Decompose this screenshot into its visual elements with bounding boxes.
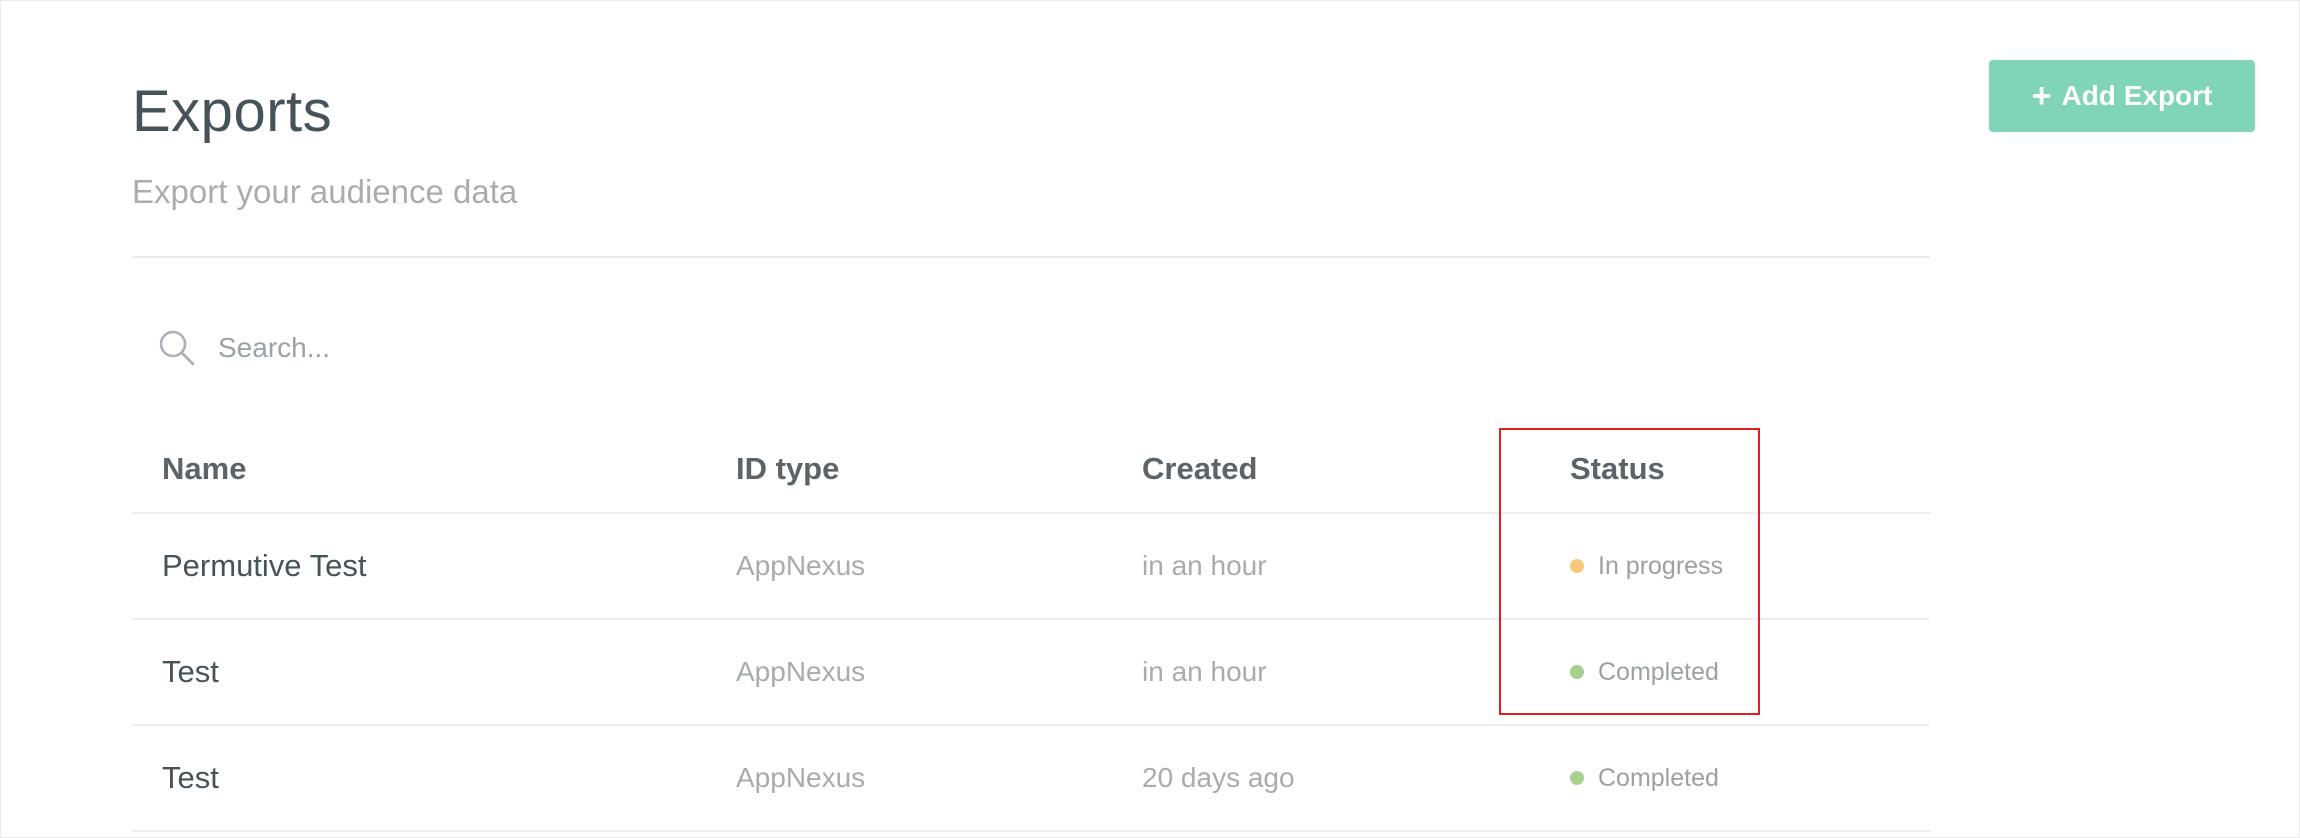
table-header-row: Name ID type Created Status bbox=[132, 426, 1930, 514]
export-status: Completed bbox=[1570, 726, 1719, 830]
search-icon bbox=[158, 329, 196, 367]
export-status: Completed bbox=[1570, 620, 1719, 724]
status-label: In progress bbox=[1598, 551, 1724, 580]
status-label: Completed bbox=[1598, 763, 1719, 792]
status-dot-icon bbox=[1570, 771, 1584, 785]
exports-table: Name ID type Created Status Permutive Te… bbox=[132, 426, 1930, 832]
export-created: in an hour bbox=[1142, 656, 1267, 687]
status-dot-icon bbox=[1570, 559, 1584, 573]
table-row[interactable]: Permutive Test AppNexus in an hour In pr… bbox=[132, 514, 1930, 620]
export-id-type: AppNexus bbox=[736, 656, 866, 687]
export-name[interactable]: Test bbox=[162, 620, 219, 724]
column-header-id-type[interactable]: ID type bbox=[736, 426, 839, 512]
add-export-label: Add Export bbox=[2061, 80, 2213, 111]
page-subtitle: Export your audience data bbox=[132, 173, 518, 210]
table-row[interactable]: Test AppNexus 20 days ago Completed bbox=[132, 726, 1930, 832]
status-label: Completed bbox=[1598, 657, 1719, 686]
export-created: in an hour bbox=[1142, 550, 1267, 581]
plus-icon: + bbox=[2031, 77, 2052, 115]
export-status: In progress bbox=[1570, 514, 1723, 618]
export-created: 20 days ago bbox=[1142, 762, 1295, 793]
search-input[interactable] bbox=[216, 331, 820, 365]
add-export-button[interactable]: + Add Export bbox=[1989, 60, 2255, 132]
page-title: Exports bbox=[132, 79, 333, 144]
export-name[interactable]: Permutive Test bbox=[162, 514, 366, 618]
column-header-status[interactable]: Status bbox=[1570, 426, 1665, 512]
table-row[interactable]: Test AppNexus in an hour Completed bbox=[132, 620, 1930, 726]
export-name[interactable]: Test bbox=[162, 726, 219, 830]
column-header-name[interactable]: Name bbox=[162, 426, 246, 512]
status-dot-icon bbox=[1570, 665, 1584, 679]
export-id-type: AppNexus bbox=[736, 762, 866, 793]
column-header-created[interactable]: Created bbox=[1142, 426, 1257, 512]
header-divider bbox=[132, 256, 1930, 258]
search-bar[interactable] bbox=[158, 324, 858, 372]
export-id-type: AppNexus bbox=[736, 550, 866, 581]
